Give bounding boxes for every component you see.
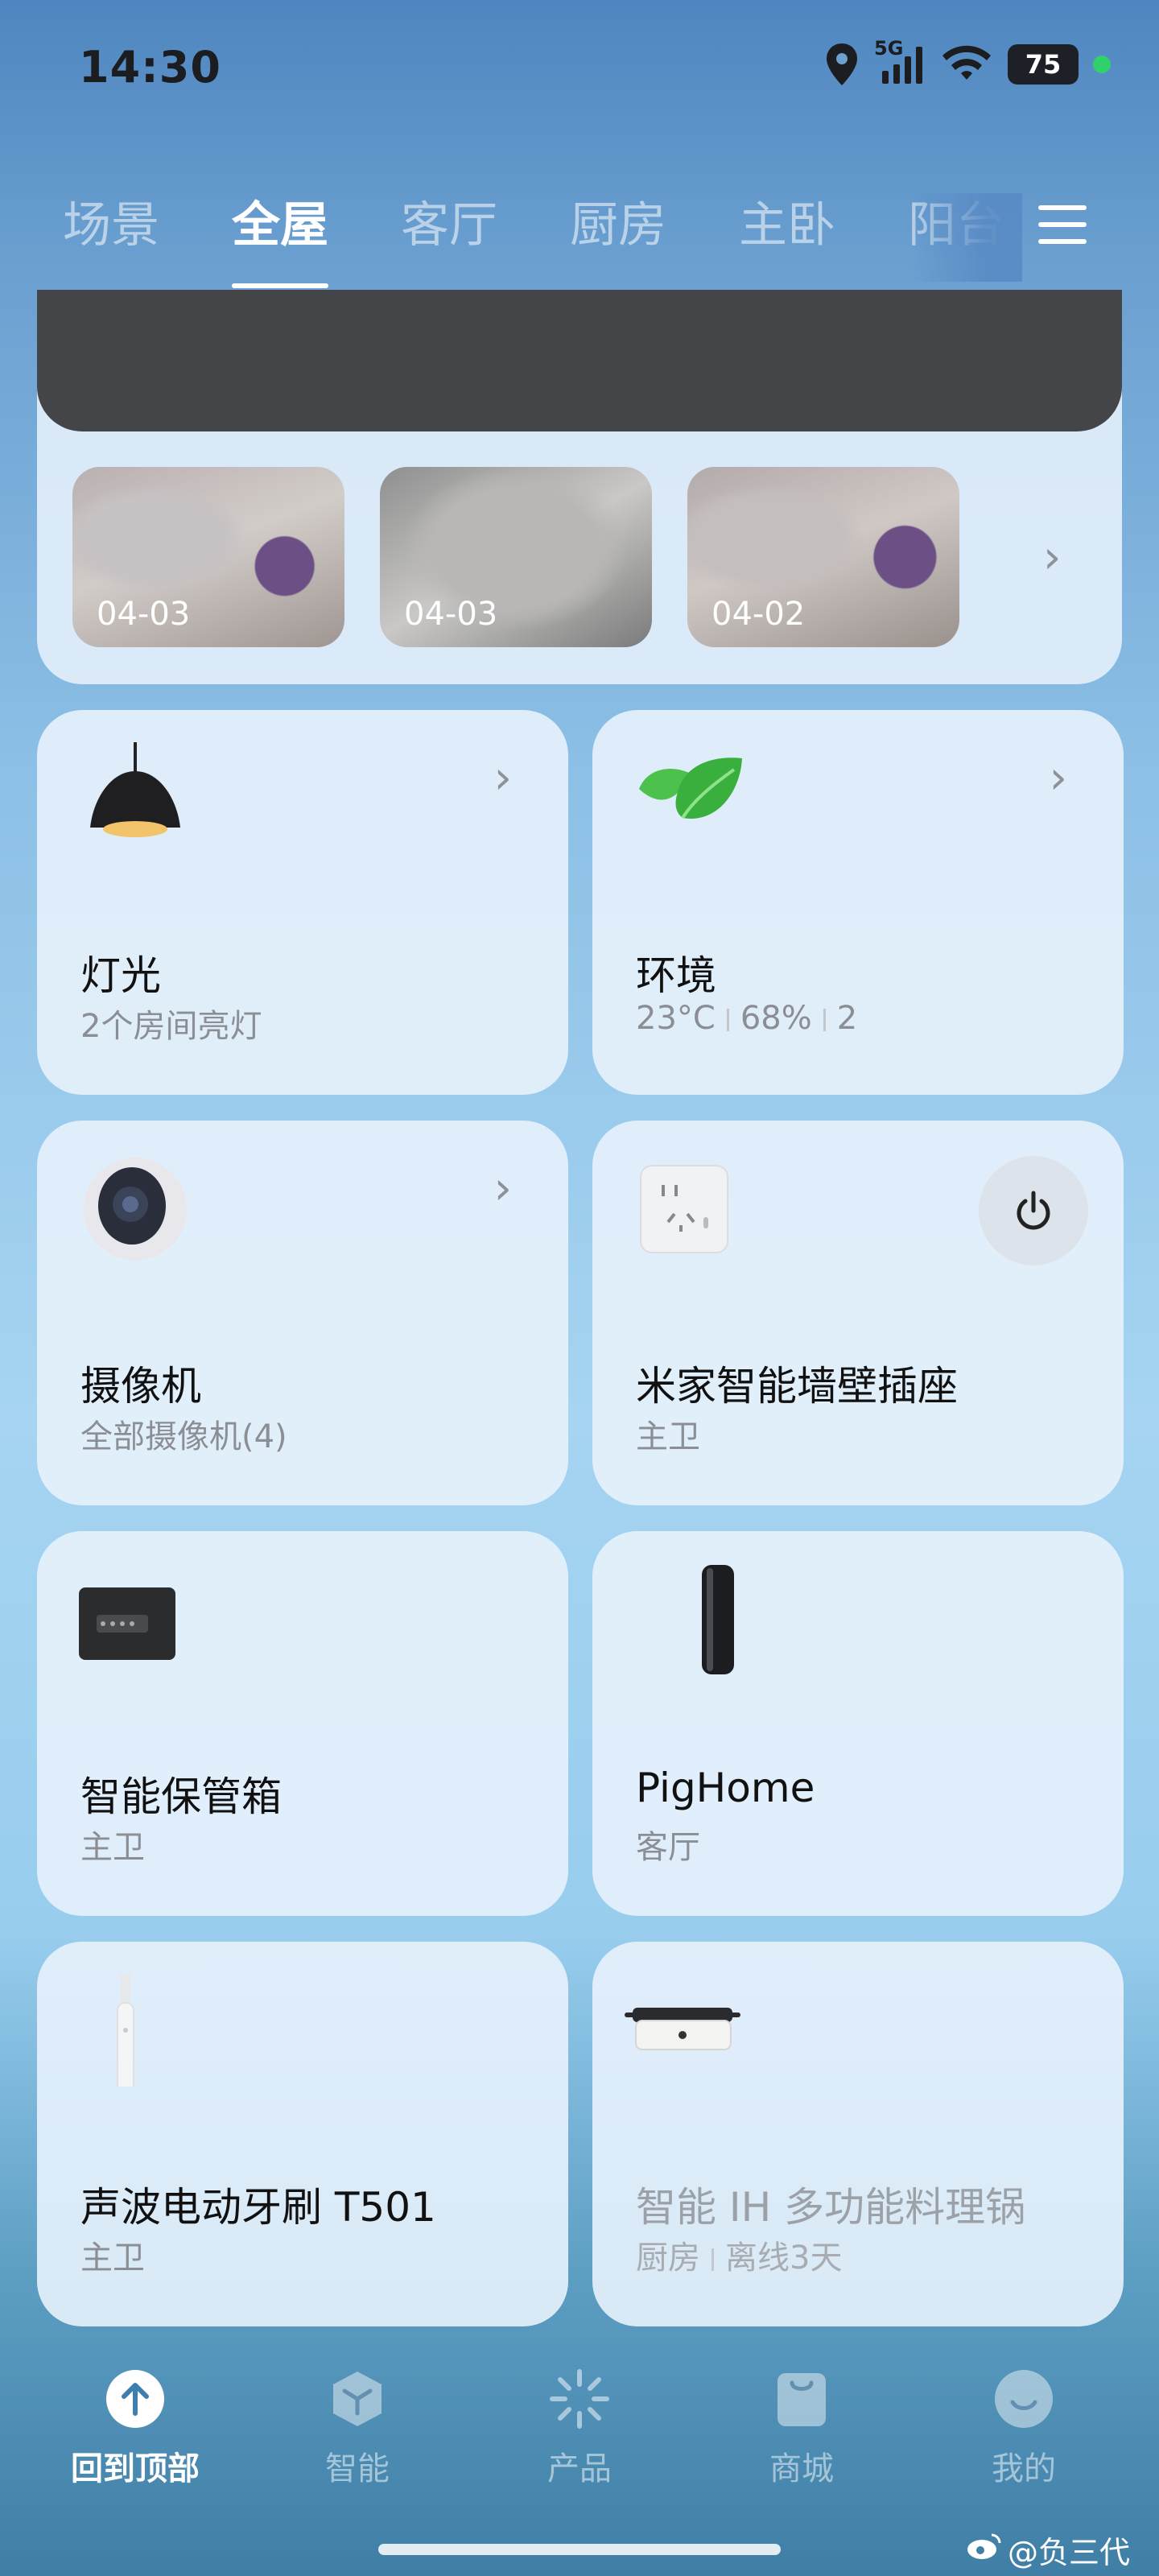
nav-mine[interactable]: 我的 (913, 2367, 1135, 2520)
device-card-camera[interactable]: › 摄像机 全部摄像机(4) (37, 1121, 568, 1505)
tab-master-bedroom[interactable]: 主卧 (739, 193, 835, 290)
bottom-nav: 回到顶部 智能 产品 商城 我的 (0, 2367, 1159, 2520)
tabs-fade (909, 193, 1022, 282)
privacy-indicator (1093, 56, 1111, 73)
device-card-lights[interactable]: › 灯光 2个房间亮灯 (37, 710, 568, 1095)
nav-label: 商城 (769, 2450, 834, 2487)
card-subtitle: 23°C 68% 2 (636, 1000, 857, 1037)
device-card-safe-box[interactable]: 智能保管箱 主卫 (37, 1531, 568, 1916)
room-tabs: 场景 全屋 客厅 厨房 主卧 阳台 (63, 193, 1013, 290)
chevron-right-icon: › (493, 752, 512, 804)
watermark-text: @负三代 (1007, 2535, 1130, 2570)
battery-icon: 75 (1008, 44, 1079, 85)
tab-kitchen[interactable]: 厨房 (570, 193, 666, 290)
status-time: 14:30 (79, 42, 221, 93)
card-title: PigHome (636, 1765, 815, 1811)
device-card-cooking-pot[interactable]: 智能 IH 多功能料理锅 厨房 离线3天 (592, 1942, 1124, 2326)
room-label: 厨房 (636, 2240, 700, 2277)
card-subtitle: 主卫 (80, 2240, 145, 2277)
toothbrush-icon (79, 1966, 192, 2094)
thumbnail-date: 04-03 (404, 596, 498, 633)
nav-label: 产品 (547, 2450, 612, 2487)
cube-icon (325, 2367, 390, 2431)
camera-card[interactable]: 04-03 04-03 04-02 › (37, 290, 1122, 684)
camera-preview[interactable] (37, 290, 1122, 431)
safe-box-icon (79, 1563, 192, 1676)
camera-icon (79, 1153, 192, 1265)
card-title: 摄像机 (80, 1363, 201, 1410)
sparkle-icon (547, 2367, 612, 2431)
nav-label: 回到顶部 (71, 2450, 200, 2487)
camera-thumbnail[interactable]: 04-03 (380, 467, 652, 647)
card-subtitle: 厨房 离线3天 (636, 2231, 842, 2278)
card-title: 智能保管箱 (80, 1773, 282, 1820)
tab-living-room[interactable]: 客厅 (401, 193, 497, 290)
nav-back-to-top[interactable]: 回到顶部 (24, 2367, 246, 2520)
nav-label: 智能 (325, 2450, 390, 2487)
device-card-wall-socket[interactable]: 米家智能墙壁插座 主卫 (592, 1121, 1124, 1505)
power-icon (1017, 1191, 1050, 1230)
card-subtitle: 2个房间亮灯 (80, 1008, 262, 1045)
smile-icon (992, 2367, 1056, 2431)
camera-thumbnail[interactable]: 04-02 (687, 467, 959, 647)
tab-scene[interactable]: 场景 (63, 193, 159, 290)
device-card-pighome[interactable]: PigHome 客厅 (592, 1531, 1124, 1916)
camera-thumbnail[interactable]: 04-03 (72, 467, 344, 647)
temperature-value: 23°C (636, 1000, 716, 1037)
nav-label: 我的 (992, 2450, 1056, 2487)
card-subtitle: 全部摄像机(4) (80, 1418, 287, 1455)
signal-icon: 5G (874, 37, 926, 85)
tab-whole-house[interactable]: 全屋 (232, 193, 328, 290)
power-button[interactable] (979, 1156, 1088, 1265)
air-quality-value: 2 (836, 1000, 858, 1037)
card-subtitle: 主卫 (80, 1829, 145, 1866)
leaf-icon (634, 742, 747, 855)
wifi-icon (940, 44, 993, 85)
shopping-bag-icon (769, 2367, 834, 2431)
card-title: 环境 (636, 952, 716, 999)
location-icon (824, 42, 860, 87)
device-card-toothbrush[interactable]: 声波电动牙刷 T501 主卫 (37, 1942, 568, 2326)
menu-icon[interactable] (1038, 205, 1087, 246)
card-title: 声波电动牙刷 T501 (80, 2184, 436, 2231)
nav-smart[interactable]: 智能 (246, 2367, 468, 2520)
status-bar: 14:30 5G 75 (0, 0, 1159, 137)
wall-socket-icon (634, 1153, 747, 1265)
device-card-environment[interactable]: › 环境 23°C 68% 2 (592, 710, 1124, 1095)
card-subtitle: 主卫 (636, 1418, 700, 1455)
nav-store[interactable]: 商城 (691, 2367, 913, 2520)
nav-products[interactable]: 产品 (468, 2367, 691, 2520)
chevron-right-icon: › (493, 1162, 512, 1215)
chevron-right-icon: › (1049, 752, 1067, 804)
chevron-right-icon[interactable]: › (1043, 531, 1061, 584)
thumbnail-date: 04-02 (711, 596, 806, 633)
weibo-icon (966, 2532, 1001, 2568)
card-title: 灯光 (80, 952, 161, 999)
status-icons: 5G 75 (824, 37, 1111, 87)
home-indicator[interactable] (378, 2544, 781, 2555)
card-title: 米家智能墙壁插座 (636, 1363, 958, 1410)
pendant-lamp-icon (79, 742, 192, 855)
speaker-icon (634, 1563, 747, 1676)
humidity-value: 68% (740, 1000, 812, 1037)
card-title: 智能 IH 多功能料理锅 (636, 2184, 1026, 2231)
arrow-up-icon (103, 2367, 167, 2431)
network-label: 5G (874, 37, 904, 60)
watermark: @负三代 (966, 2528, 1130, 2572)
offline-status: 离线3天 (725, 2240, 843, 2277)
cooking-pot-icon (625, 1974, 745, 2087)
card-subtitle: 客厅 (636, 1829, 700, 1866)
thumbnail-date: 04-03 (97, 596, 191, 633)
